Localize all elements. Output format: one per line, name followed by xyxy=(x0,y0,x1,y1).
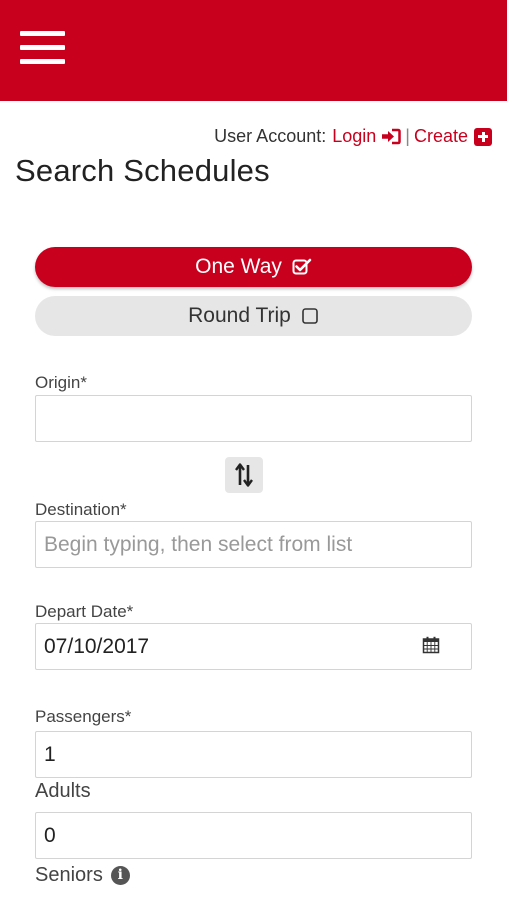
depart-date-label: Depart Date* xyxy=(35,602,134,621)
login-link-label: Login xyxy=(332,126,377,146)
info-icon[interactable]: i xyxy=(110,866,130,885)
user-account-label: User Account: xyxy=(214,126,327,146)
top-navbar xyxy=(0,0,507,101)
seniors-count-input[interactable] xyxy=(35,812,472,859)
adults-count-input[interactable] xyxy=(35,731,472,778)
account-separator: | xyxy=(405,126,410,146)
depart-date-input[interactable] xyxy=(35,623,472,670)
user-account-links: User Account: Login | Create xyxy=(214,126,492,147)
plus-square-icon xyxy=(474,127,492,146)
one-way-toggle[interactable]: One Way xyxy=(35,247,472,287)
create-account-link[interactable]: Create xyxy=(414,126,492,147)
calendar-icon[interactable] xyxy=(422,636,440,654)
origin-label: Origin* xyxy=(35,373,87,392)
adults-label: Adults xyxy=(35,780,91,803)
create-link-label: Create xyxy=(413,126,468,146)
login-icon xyxy=(382,128,402,145)
seniors-label: Seniors i xyxy=(35,864,130,887)
origin-input[interactable] xyxy=(35,395,472,442)
swap-direction-icon xyxy=(235,463,253,487)
passengers-label: Passengers* xyxy=(35,707,132,726)
round-trip-toggle[interactable]: Round Trip xyxy=(35,296,472,336)
checked-checkbox-icon xyxy=(292,258,312,275)
login-link[interactable]: Login xyxy=(332,126,402,147)
hamburger-menu-icon[interactable] xyxy=(20,31,65,65)
one-way-label: One Way xyxy=(195,255,282,278)
destination-input[interactable] xyxy=(35,521,472,568)
destination-label: Destination* xyxy=(35,500,127,519)
adults-label-text: Adults xyxy=(35,780,91,802)
page-title: Search Schedules xyxy=(15,153,270,188)
swap-direction-button[interactable] xyxy=(225,457,263,493)
seniors-label-text: Seniors xyxy=(35,864,103,886)
unchecked-checkbox-icon xyxy=(302,308,318,324)
depart-date-field xyxy=(35,623,472,670)
round-trip-label: Round Trip xyxy=(188,304,291,327)
